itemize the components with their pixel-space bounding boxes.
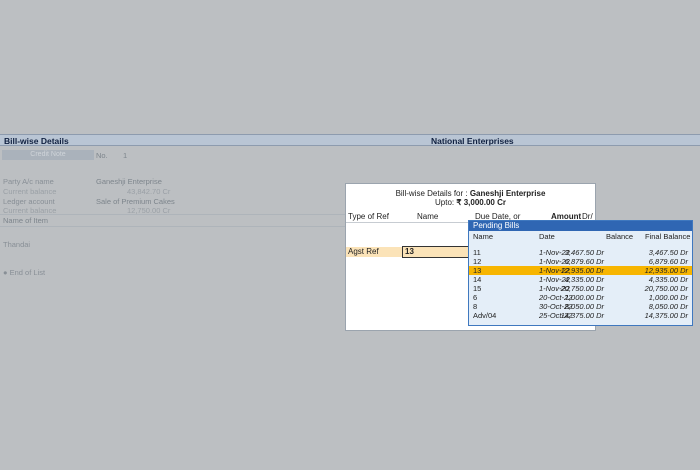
pending-bill-row[interactable]: Adv/04 25-Oct-22 14,375.00 Dr 14,375.00 Dr bbox=[469, 311, 692, 320]
name-of-item-header: Name of Item bbox=[3, 216, 49, 225]
party-label: Party A/c name bbox=[3, 177, 54, 186]
pending-bills-title: Pending Bills bbox=[469, 221, 692, 231]
ledger-value: Sale of Premium Cakes bbox=[96, 197, 175, 206]
company-name: National Enterprises bbox=[431, 136, 514, 146]
pending-bill-row[interactable]: 12 1-Nov-22 6,879.60 Dr 6,879.60 Dr bbox=[469, 257, 692, 266]
dialog-heading: Bill-wise Details for : Ganeshji Enterpr… bbox=[346, 189, 595, 198]
col-name: Name bbox=[417, 212, 439, 221]
current-balance-label: Current balance bbox=[3, 187, 57, 196]
bill-balance: 3,467.50 Dr bbox=[564, 248, 604, 257]
voucher-no-value: 1 bbox=[123, 151, 128, 160]
bill-final-balance: 6,879.60 Dr bbox=[648, 257, 688, 266]
bill-name: Adv/04 bbox=[473, 311, 497, 320]
bill-name: 8 bbox=[473, 302, 478, 311]
bill-final-balance: 12,935.00 Dr bbox=[644, 266, 688, 275]
current-balance-value: 43,842.70 Cr bbox=[127, 187, 171, 196]
pending-bill-row[interactable]: 11 1-Nov-22 3,467.50 Dr 3,467.50 Dr bbox=[469, 248, 692, 257]
bill-final-balance: 3,467.50 Dr bbox=[648, 248, 688, 257]
upto-value: ₹ 3,000.00 Cr bbox=[456, 198, 506, 207]
end-of-list: ● End of List bbox=[3, 268, 46, 277]
pending-bill-row[interactable]: 8 30-Oct-22 8,050.00 Dr 8,050.00 Dr bbox=[469, 302, 692, 311]
screen-title: Bill-wise Details bbox=[4, 136, 69, 146]
bill-name: 6 bbox=[473, 293, 478, 302]
bill-name: 11 bbox=[473, 248, 481, 257]
pending-bill-row-selected[interactable]: 13 1-Nov-22 12,935.00 Dr 12,935.00 Dr bbox=[469, 266, 692, 275]
bill-balance: 12,935.00 Dr bbox=[560, 266, 604, 275]
dialog-upto: Upto: ₹ 3,000.00 Cr bbox=[346, 198, 595, 207]
bill-balance: 6,879.60 Dr bbox=[564, 257, 604, 266]
pending-col-balance: Balance bbox=[606, 232, 634, 241]
pending-bill-row[interactable]: 15 1-Nov-22 20,750.00 Dr 20,750.00 Dr bbox=[469, 284, 692, 293]
bill-balance: 8,050.00 Dr bbox=[564, 302, 604, 311]
pending-bills-popup: Pending Bills Name Date Balance Final Ba… bbox=[468, 220, 693, 326]
bill-balance: 14,375.00 Dr bbox=[560, 311, 604, 320]
bill-name: 15 bbox=[473, 284, 482, 293]
bill-name-input[interactable]: 13 bbox=[402, 246, 470, 258]
item-header-divider bbox=[0, 214, 345, 215]
upto-label: Upto: bbox=[435, 198, 455, 207]
bill-name: 12 bbox=[473, 257, 482, 266]
pending-col-name: Name bbox=[473, 232, 494, 241]
pending-bill-row[interactable]: 14 1-Nov-22 4,335.00 Dr 4,335.00 Dr bbox=[469, 275, 692, 284]
bill-final-balance: 4,335.00 Dr bbox=[648, 275, 688, 284]
voucher-no-label: No. bbox=[96, 151, 108, 160]
dialog-heading-label: Bill-wise Details for : bbox=[395, 189, 468, 198]
bill-final-balance: 1,000.00 Dr bbox=[648, 293, 688, 302]
pending-col-final-balance: Final Balance bbox=[645, 232, 691, 241]
pending-col-date: Date bbox=[539, 232, 555, 241]
dialog-heading-party: Ganeshji Enterprise bbox=[469, 189, 546, 198]
title-bar: Bill-wise Details National Enterprises bbox=[0, 134, 700, 146]
bill-name: 14 bbox=[473, 275, 482, 284]
bill-name: 13 bbox=[473, 266, 482, 275]
party-value: Ganeshji Enterprise bbox=[96, 177, 162, 186]
item-row: Thandai bbox=[3, 240, 31, 249]
col-type-of-ref: Type of Ref bbox=[348, 212, 389, 221]
bill-balance: 20,750.00 Dr bbox=[560, 284, 604, 293]
pending-bill-row[interactable]: 6 20-Oct-22 1,000.00 Dr 1,000.00 Dr bbox=[469, 293, 692, 302]
item-header-divider-bottom bbox=[0, 226, 345, 227]
bill-final-balance: 8,050.00 Dr bbox=[648, 302, 688, 311]
bill-final-balance: 20,750.00 Dr bbox=[644, 284, 688, 293]
ledger-label: Ledger account bbox=[3, 197, 55, 206]
bill-balance: 4,335.00 Dr bbox=[564, 275, 604, 284]
voucher-type-label: Credit Note bbox=[2, 150, 94, 160]
bill-final-balance: 14,375.00 Dr bbox=[644, 311, 688, 320]
bill-balance: 1,000.00 Dr bbox=[564, 293, 604, 302]
